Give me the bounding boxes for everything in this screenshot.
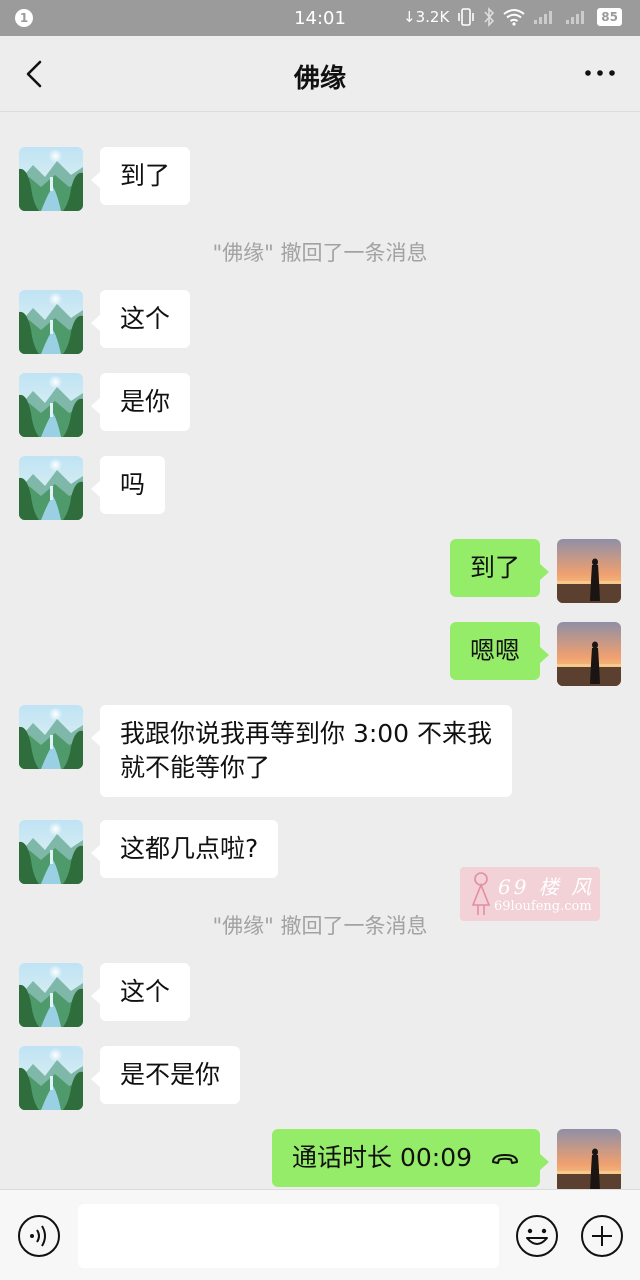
contact-avatar[interactable] <box>19 705 83 769</box>
message-list[interactable]: 到了 "佛缘" 撤回了一条消息 这个 是你 吗 到了 嗯嗯 我跟你说我再等到你 … <box>0 113 640 1189</box>
message-bubble-outgoing[interactable]: 到了 <box>449 539 550 597</box>
watermark: 69 楼 风 69loufeng.com <box>460 867 600 921</box>
message-bubble-incoming[interactable]: 这个 <box>90 290 191 348</box>
voice-icon[interactable] <box>17 1214 61 1258</box>
more-dots-icon[interactable] <box>580 58 620 88</box>
chat-title: 佛缘 <box>293 64 346 94</box>
contact-avatar[interactable] <box>19 147 83 211</box>
chat-header: 佛缘 <box>0 36 640 112</box>
input-bar <box>0 1189 640 1280</box>
message-bubble-incoming[interactable]: 这都几点啦? <box>90 820 279 878</box>
contact-avatar[interactable] <box>19 820 83 884</box>
contact-avatar[interactable] <box>19 1046 83 1110</box>
status-right-group: ↓3.2K 85 <box>403 7 622 27</box>
message-bubble-incoming[interactable]: 这个 <box>90 963 191 1021</box>
vibrate-icon <box>458 8 475 26</box>
contact-avatar[interactable] <box>19 963 83 1027</box>
message-bubble-incoming[interactable]: 到了 <box>90 147 191 205</box>
message-bubble-incoming[interactable]: 我跟你说我再等到你 3:00 不来我 就不能等你了 <box>90 705 513 797</box>
recall-notice: "佛缘" 撤回了一条消息 <box>212 241 428 265</box>
figure-logo <box>471 872 491 915</box>
battery-level: 85 <box>597 8 622 26</box>
message-line: 就不能等你了 <box>120 753 271 782</box>
plus-icon[interactable] <box>580 1214 624 1258</box>
contact-avatar[interactable] <box>19 290 83 354</box>
message-input[interactable] <box>78 1204 499 1268</box>
message-line: 我跟你说我再等到你 3:00 不来我 <box>120 719 493 748</box>
message-bubble-outgoing[interactable]: 嗯嗯 <box>449 622 550 680</box>
contact-avatar[interactable] <box>19 373 83 437</box>
call-duration-text: 通话时长 00:09 <box>292 1143 473 1172</box>
phone-hangup-icon <box>492 1154 518 1164</box>
watermark-title: 69 楼 风 <box>498 875 595 899</box>
bluetooth-icon <box>484 7 495 27</box>
message-bubble-incoming[interactable]: 是不是你 <box>90 1046 241 1104</box>
signal-icon-2 <box>566 11 585 24</box>
message-bubble-incoming[interactable]: 是你 <box>90 373 191 431</box>
my-avatar[interactable] <box>557 539 621 603</box>
wifi-icon <box>503 9 525 26</box>
emoji-icon[interactable] <box>515 1214 559 1258</box>
watermark-site: 69loufeng.com <box>494 899 592 914</box>
my-avatar[interactable] <box>557 622 621 686</box>
call-duration-bubble[interactable]: 通话时长 00:09 <box>272 1129 549 1187</box>
my-avatar[interactable] <box>557 1129 621 1189</box>
signal-icon <box>534 11 553 24</box>
message-bubble-incoming[interactable]: 吗 <box>90 456 166 514</box>
status-bar: 1 14:01 ↓3.2K 85 <box>0 0 640 36</box>
contact-avatar[interactable] <box>19 456 83 520</box>
network-speed: ↓3.2K <box>403 8 450 26</box>
